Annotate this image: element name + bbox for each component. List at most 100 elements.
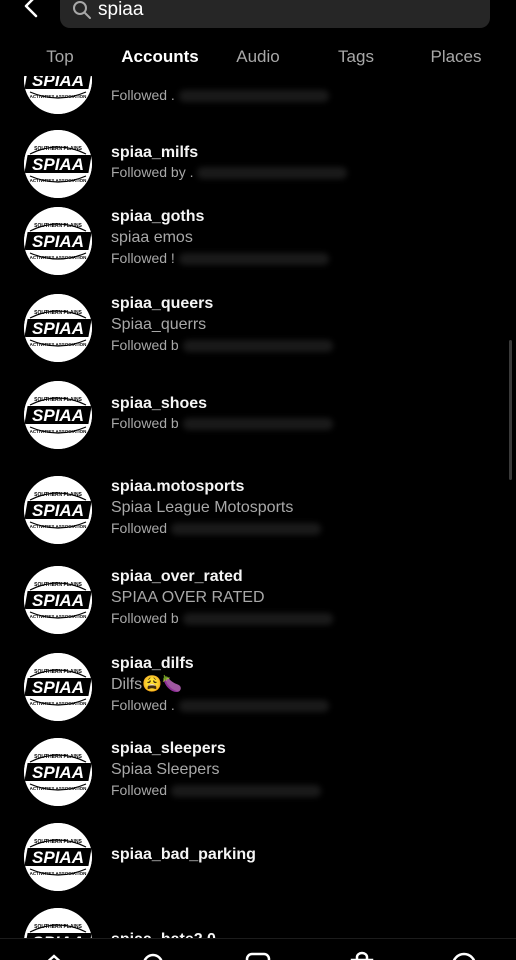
account-row[interactable]: SPIAA SOUTHERN PLAINS ACTIVITIES ASSOCIA… (0, 204, 516, 290)
svg-text:SOUTHERN PLAINS: SOUTHERN PLAINS (34, 754, 82, 760)
spiaa-logo-icon: SPIAA SOUTHERN PLAINS ACTIVITIES ASSOCIA… (24, 130, 92, 198)
full-name: Spiaa_querrs (111, 315, 207, 333)
search-header: spiaa (0, 0, 516, 32)
spiaa-logo-icon: SPIAA SOUTHERN PLAINS ACTIVITIES ASSOCIA… (24, 908, 92, 938)
tab-places[interactable]: Places (414, 40, 498, 74)
svg-text:SPIAA: SPIAA (32, 501, 84, 520)
search-icon (73, 1, 91, 19)
username: spiaa_bad_parking (111, 845, 256, 863)
svg-text:SPIAA: SPIAA (32, 678, 84, 697)
followed-by-text: Followed . (111, 86, 329, 105)
svg-text:ACTIVITIES ASSOCIATION: ACTIVITIES ASSOCIATION (30, 255, 87, 260)
account-row[interactable]: SPIAA SOUTHERN PLAINS ACTIVITIES ASSOCIA… (0, 381, 516, 467)
followed-by-label: Followed by . (111, 164, 194, 180)
followed-by-label: Followed (111, 781, 168, 798)
followed-by-label: Followed . (111, 87, 175, 103)
avatar[interactable]: SPIAA SOUTHERN PLAINS ACTIVITIES ASSOCIA… (24, 823, 92, 891)
spiaa-logo-icon: SPIAA SOUTHERN PLAINS ACTIVITIES ASSOCIA… (24, 207, 92, 275)
redacted-followers (171, 522, 322, 535)
spiaa-logo-icon: SPIAA SOUTHERN PLAINS ACTIVITIES ASSOCIA… (24, 76, 92, 114)
spiaa-logo-icon: SPIAA SOUTHERN PLAINS ACTIVITIES ASSOCIA… (24, 566, 92, 634)
account-row[interactable]: SPIAA SOUTHERN PLAINS ACTIVITIES ASSOCIA… (0, 474, 516, 560)
reels-icon[interactable] (244, 951, 272, 960)
username: spiaa_queers (111, 294, 214, 312)
svg-text:SPIAA: SPIAA (32, 406, 84, 425)
followed-by-text: Followed . (111, 696, 329, 715)
svg-text:ACTIVITIES ASSOCIATION: ACTIVITIES ASSOCIATION (30, 871, 87, 876)
search-input[interactable]: spiaa (60, 0, 490, 28)
avatar[interactable]: SPIAA SOUTHERN PLAINS ACTIVITIES ASSOCIA… (24, 294, 92, 362)
account-row[interactable]: SPIAA SOUTHERN PLAINS ACTIVITIES ASSOCIA… (0, 564, 516, 650)
avatar[interactable]: SPIAA SOUTHERN PLAINS ACTIVITIES ASSOCIA… (24, 738, 92, 806)
svg-text:SPIAA: SPIAA (32, 155, 84, 174)
followed-by-text: Followed b (111, 414, 333, 433)
scrollbar[interactable] (509, 340, 512, 480)
redacted-followers (178, 90, 329, 103)
tab-audio[interactable]: Audio (218, 40, 298, 74)
svg-text:SOUTHERN PLAINS: SOUTHERN PLAINS (34, 223, 82, 229)
username: spiaa.motosports (111, 477, 245, 495)
svg-text:ACTIVITIES ASSOCIATION: ACTIVITIES ASSOCIATION (30, 614, 87, 619)
account-row[interactable]: SPIAA SOUTHERN PLAINS ACTIVITIES ASSOCIA… (0, 821, 516, 907)
tab-tags[interactable]: Tags (316, 40, 396, 74)
followed-by-label: Followed (111, 519, 168, 536)
svg-text:ACTIVITIES ASSOCIATION: ACTIVITIES ASSOCIATION (30, 94, 87, 99)
avatar[interactable]: SPIAA SOUTHERN PLAINS ACTIVITIES ASSOCIA… (24, 566, 92, 634)
followed-by-text: Followed b (111, 609, 333, 628)
avatar[interactable]: SPIAA SOUTHERN PLAINS ACTIVITIES ASSOCIA… (24, 76, 92, 114)
account-info: spiaa_dilfs Dilfs😩🍆 Followed . (111, 654, 329, 715)
avatar[interactable]: SPIAA SOUTHERN PLAINS ACTIVITIES ASSOCIA… (24, 908, 92, 938)
search-icon[interactable] (140, 951, 168, 960)
profile-icon[interactable] (450, 951, 478, 960)
followed-by-text: Followed (111, 781, 322, 800)
full-name: Spiaa League Motosports (111, 498, 294, 516)
back-arrow-icon[interactable] (20, 0, 44, 22)
account-info: spiaa.motosports Spiaa League Motosports F… (111, 477, 322, 538)
svg-text:SPIAA: SPIAA (32, 848, 84, 867)
svg-text:ACTIVITIES ASSOCIATION: ACTIVITIES ASSOCIATION (30, 701, 87, 706)
username: spiaa_milfs (111, 144, 199, 161)
svg-text:SOUTHERN PLAINS: SOUTHERN PLAINS (34, 924, 82, 930)
svg-text:ACTIVITIES ASSOCIATION: ACTIVITIES ASSOCIATION (30, 342, 87, 347)
svg-text:SPIAA: SPIAA (32, 763, 84, 782)
followed-by-label: Followed b (111, 609, 179, 626)
avatar[interactable]: SPIAA SOUTHERN PLAINS ACTIVITIES ASSOCIA… (24, 381, 92, 449)
spiaa-logo-icon: SPIAA SOUTHERN PLAINS ACTIVITIES ASSOCIA… (24, 381, 92, 449)
followed-by-label: Followed . (111, 696, 175, 713)
followed-by-label: Followed b (111, 336, 179, 353)
followed-by-label: Followed ! (111, 249, 175, 266)
tab-accounts[interactable]: Accounts (108, 40, 212, 74)
svg-text:SOUTHERN PLAINS: SOUTHERN PLAINS (34, 397, 82, 403)
svg-text:SPIAA: SPIAA (32, 319, 84, 338)
username: spiaa_shoes (111, 395, 208, 412)
spiaa-logo-icon: SPIAA SOUTHERN PLAINS ACTIVITIES ASSOCIA… (24, 294, 92, 362)
account-row[interactable]: SPIAA SOUTHERN PLAINS ACTIVITIES ASSOCIA… (0, 291, 516, 377)
account-row[interactable]: SPIAA SOUTHERN PLAINS ACTIVITIES ASSOCIA… (0, 736, 516, 822)
username: spiaa_goths (111, 207, 205, 225)
bottom-nav (0, 938, 516, 960)
svg-text:ACTIVITIES ASSOCIATION: ACTIVITIES ASSOCIATION (30, 429, 87, 434)
account-row[interactable]: SPIAA SOUTHERN PLAINS ACTIVITIES ASSOCIA… (0, 906, 516, 938)
username: spiaa_over_rated (111, 567, 243, 585)
redacted-followers (182, 418, 333, 431)
avatar[interactable]: SPIAA SOUTHERN PLAINS ACTIVITIES ASSOCIA… (24, 476, 92, 544)
redacted-followers (182, 339, 333, 352)
spiaa-logo-icon: SPIAA SOUTHERN PLAINS ACTIVITIES ASSOCIA… (24, 738, 92, 806)
svg-text:ACTIVITIES ASSOCIATION: ACTIVITIES ASSOCIATION (30, 178, 87, 183)
tab-bar: Top Accounts Audio Tags Places (0, 40, 516, 76)
avatar[interactable]: SPIAA SOUTHERN PLAINS ACTIVITIES ASSOCIA… (24, 130, 92, 198)
tab-top[interactable]: Top (20, 40, 100, 74)
redacted-followers (182, 612, 333, 625)
avatar[interactable]: SPIAA SOUTHERN PLAINS ACTIVITIES ASSOCIA… (24, 207, 92, 275)
spiaa-logo-icon: SPIAA SOUTHERN PLAINS ACTIVITIES ASSOCIA… (24, 476, 92, 544)
account-row[interactable]: SPIAA SOUTHERN PLAINS ACTIVITIES ASSOCIA… (0, 651, 516, 737)
shop-icon[interactable] (348, 951, 376, 960)
full-name: Dilfs😩🍆 (111, 675, 182, 693)
avatar[interactable]: SPIAA SOUTHERN PLAINS ACTIVITIES ASSOCIA… (24, 653, 92, 721)
spiaa-logo-icon: SPIAA SOUTHERN PLAINS ACTIVITIES ASSOCIA… (24, 653, 92, 721)
full-name: SPIAA OVER RATED (111, 588, 265, 606)
svg-text:SOUTHERN PLAINS: SOUTHERN PLAINS (34, 146, 82, 152)
account-info: spiaa_over_rated SPIAA OVER RATED Followed… (111, 567, 333, 628)
home-icon[interactable] (40, 951, 68, 960)
account-info: spiaa_goths spiaa emos Followed ! (111, 207, 329, 268)
